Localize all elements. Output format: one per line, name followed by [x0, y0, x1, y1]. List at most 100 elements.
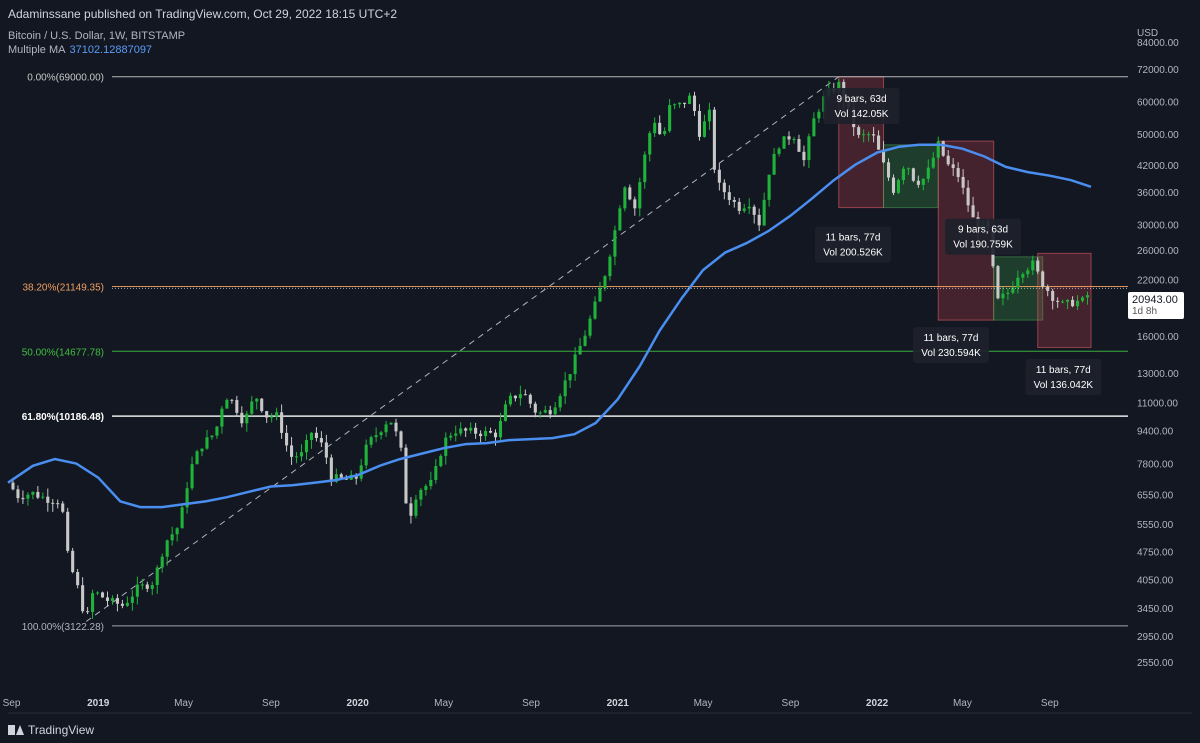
candle-body[interactable]	[21, 498, 25, 500]
candle-body[interactable]	[956, 168, 960, 177]
candle-body[interactable]	[165, 540, 169, 557]
candle-body[interactable]	[767, 174, 771, 200]
candle-body[interactable]	[454, 433, 458, 436]
candle-body[interactable]	[220, 408, 224, 427]
candle-body[interactable]	[568, 374, 572, 381]
candle-body[interactable]	[290, 445, 294, 457]
candle-body[interactable]	[135, 584, 139, 597]
candle-body[interactable]	[1076, 300, 1080, 307]
candle-body[interactable]	[901, 168, 905, 181]
candle-body[interactable]	[717, 169, 721, 183]
candle-body[interactable]	[747, 206, 751, 209]
range-box-green[interactable]	[883, 144, 939, 209]
candle-body[interactable]	[802, 151, 806, 161]
candle-body[interactable]	[628, 187, 632, 200]
candle-body[interactable]	[389, 422, 393, 425]
candle-body[interactable]	[379, 432, 383, 436]
candle-body[interactable]	[931, 157, 935, 168]
candle-body[interactable]	[508, 395, 512, 405]
candle-body[interactable]	[653, 122, 657, 134]
candle-body[interactable]	[240, 412, 244, 424]
candle-body[interactable]	[702, 121, 706, 137]
candle-body[interactable]	[687, 95, 692, 104]
candle-body[interactable]	[419, 489, 423, 500]
candle-body[interactable]	[1006, 292, 1010, 294]
candle-body[interactable]	[1026, 270, 1030, 275]
candle-body[interactable]	[722, 182, 726, 193]
candle-body[interactable]	[623, 187, 627, 209]
candle-body[interactable]	[493, 432, 498, 438]
candle-body[interactable]	[777, 148, 781, 154]
candle-body[interactable]	[275, 412, 279, 417]
candle-body[interactable]	[618, 208, 622, 231]
candle-body[interactable]	[424, 486, 428, 490]
candle-body[interactable]	[996, 266, 1000, 299]
candle-body[interactable]	[727, 192, 731, 200]
candle-body[interactable]	[1036, 260, 1040, 272]
candle-body[interactable]	[409, 503, 413, 516]
candle-body[interactable]	[399, 431, 403, 448]
candle-body[interactable]	[91, 593, 95, 613]
candle-body[interactable]	[1041, 271, 1045, 287]
candle-body[interactable]	[812, 118, 816, 137]
candle-body[interactable]	[538, 412, 542, 414]
candle-body[interactable]	[877, 135, 881, 150]
candle-body[interactable]	[633, 199, 637, 209]
candle-body[interactable]	[265, 411, 269, 418]
candle-body[interactable]	[553, 407, 557, 415]
candle-body[interactable]	[339, 474, 343, 478]
candle-body[interactable]	[190, 464, 194, 489]
candle-body[interactable]	[757, 214, 761, 226]
candle-body[interactable]	[603, 276, 607, 289]
candle-body[interactable]	[906, 168, 910, 170]
candle-body[interactable]	[707, 109, 711, 122]
candle-body[interactable]	[16, 489, 20, 499]
candle-body[interactable]	[961, 176, 965, 188]
candle-body[interactable]	[593, 301, 597, 319]
candle-body[interactable]	[762, 199, 766, 226]
candle-body[interactable]	[120, 603, 124, 606]
candle-body[interactable]	[712, 109, 716, 170]
candle-body[interactable]	[215, 426, 219, 436]
candle-body[interactable]	[663, 131, 667, 135]
candle-body[interactable]	[250, 401, 254, 414]
candle-body[interactable]	[797, 139, 801, 152]
candle-body[interactable]	[150, 585, 154, 589]
candle-body[interactable]	[583, 335, 587, 346]
candle-body[interactable]	[125, 602, 129, 606]
candle-body[interactable]	[449, 435, 453, 438]
candle-body[interactable]	[966, 187, 970, 206]
candle-body[interactable]	[772, 153, 776, 175]
candle-body[interactable]	[304, 439, 309, 453]
candle-body[interactable]	[528, 394, 532, 404]
candle-body[interactable]	[951, 164, 955, 169]
candle-body[interactable]	[1001, 293, 1005, 299]
candle-body[interactable]	[862, 134, 866, 136]
candle-body[interactable]	[434, 466, 438, 481]
candle-body[interactable]	[474, 427, 478, 434]
candle-body[interactable]	[613, 230, 617, 257]
candle-body[interactable]	[523, 394, 527, 396]
candle-body[interactable]	[195, 451, 199, 465]
candle-body[interactable]	[76, 572, 80, 586]
candle-body[interactable]	[683, 102, 687, 104]
candle-body[interactable]	[941, 141, 945, 156]
candle-body[interactable]	[31, 491, 35, 495]
candle-body[interactable]	[857, 127, 861, 135]
candle-body[interactable]	[130, 596, 134, 603]
candle-body[interactable]	[115, 598, 119, 604]
candle-body[interactable]	[916, 180, 920, 185]
candle-body[interactable]	[160, 556, 164, 568]
candle-body[interactable]	[56, 503, 60, 505]
candle-body[interactable]	[170, 534, 174, 541]
candle-body[interactable]	[309, 432, 313, 440]
candle-body[interactable]	[479, 433, 483, 437]
candle-body[interactable]	[911, 168, 915, 181]
candle-body[interactable]	[46, 496, 50, 503]
candle-body[interactable]	[1056, 300, 1060, 302]
candle-body[interactable]	[210, 435, 214, 438]
candle-body[interactable]	[558, 396, 562, 408]
candle-body[interactable]	[260, 398, 264, 412]
candle-body[interactable]	[518, 394, 522, 399]
candle-body[interactable]	[329, 457, 333, 482]
